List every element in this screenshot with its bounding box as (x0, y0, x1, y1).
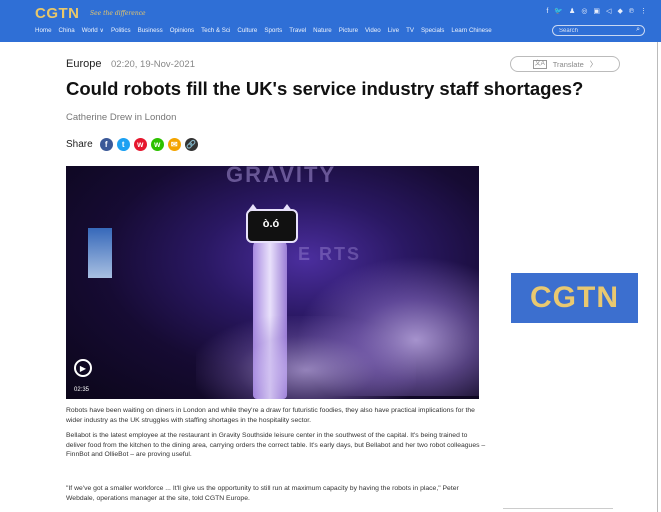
main-nav: Home China World ∨ Politics Business Opi… (35, 27, 492, 34)
nav-picture[interactable]: Picture (339, 27, 358, 34)
byline: Catherine Drew in London (66, 112, 177, 123)
nav-business[interactable]: Business (138, 27, 163, 34)
nav-specials[interactable]: Specials (421, 27, 444, 34)
pinterest-icon[interactable]: ℗ (629, 7, 634, 16)
article-paragraph: Bellabot is the latest employee at the r… (66, 432, 486, 458)
tagline: See the difference (90, 10, 146, 17)
wechat-icon[interactable]: w (150, 138, 164, 151)
cgtn-logo[interactable]: CGTN (35, 5, 80, 22)
nav-home[interactable]: Home (35, 27, 52, 34)
video-wall-text: GRAVITY (226, 166, 337, 187)
nav-learn-chinese[interactable]: Learn Chinese (451, 27, 491, 34)
link-icon[interactable]: 🔗 (184, 138, 198, 151)
share-bar: Share f t w w ✉ 🔗 (66, 138, 198, 151)
section-label[interactable]: Europe (66, 58, 101, 70)
translate-button[interactable]: 文A Translate 〉 (510, 56, 620, 72)
nav-world[interactable]: World ∨ (82, 27, 104, 34)
translate-label: Translate (552, 59, 584, 69)
article-title: Could robots fill the UK's service indus… (66, 78, 584, 99)
nav-china[interactable]: China (59, 27, 75, 34)
video-fog-2 (196, 316, 416, 399)
instagram-icon[interactable]: ◎ (581, 7, 587, 16)
youtube-icon[interactable]: ▣ (593, 7, 600, 16)
nav-video[interactable]: Video (365, 27, 381, 34)
facebook-icon[interactable]: f (546, 7, 548, 16)
top-header: CGTN See the difference f 🐦 ♟ ◎ ▣ ◁ ◆ ℗ … (0, 0, 661, 42)
chevron-right-icon: 〉 (589, 59, 598, 69)
video-player[interactable]: GRAVITY E RTS ò.ó ▶ 02:35 (66, 166, 479, 399)
robot-eyes: ò.ó (262, 218, 280, 230)
nav-sports[interactable]: Sports (264, 27, 282, 34)
nav-live[interactable]: Live (388, 27, 399, 34)
facebook-icon[interactable]: f (99, 138, 113, 151)
video-duration: 02:35 (74, 387, 90, 393)
page-border (657, 42, 658, 512)
publish-datetime: 02:20, 19-Nov-2021 (111, 59, 195, 70)
search-input[interactable] (559, 26, 629, 35)
tiktok-icon[interactable]: ♟ (569, 7, 575, 16)
weibo-icon[interactable]: ◆ (617, 7, 622, 16)
translate-icon: 文A (532, 59, 547, 69)
social-links: f 🐦 ♟ ◎ ▣ ◁ ◆ ℗ ⋮ (546, 7, 647, 16)
message-icon[interactable]: ✉ (167, 138, 181, 151)
article-paragraph: Robots have been waiting on diners in Lo… (66, 407, 475, 424)
nav-tv[interactable]: TV (406, 27, 414, 34)
nav-politics[interactable]: Politics (111, 27, 131, 34)
nav-opinions[interactable]: Opinions (170, 27, 194, 34)
share-label: Share (66, 139, 93, 150)
twitter-icon[interactable]: 🐦 (554, 7, 563, 16)
sidebar-divider (503, 508, 613, 509)
search-icon[interactable]: ⌕ (636, 26, 640, 34)
video-screen-left (88, 228, 112, 278)
search-box: ⌕ (552, 25, 645, 36)
nav-nature[interactable]: Nature (313, 27, 332, 34)
nav-travel[interactable]: Travel (289, 27, 306, 34)
article-paragraph: "If we've got a smaller workforce ... It… (66, 485, 459, 502)
more-icon[interactable]: ⋮ (640, 7, 647, 16)
brand-text: CGTN (530, 281, 619, 314)
telegram-icon[interactable]: ◁ (606, 7, 611, 16)
weibo-icon[interactable]: w (133, 138, 147, 151)
cgtn-brand-badge: CGTN (511, 273, 638, 323)
play-icon[interactable]: ▶ (74, 359, 92, 377)
twitter-icon[interactable]: t (116, 138, 130, 151)
nav-culture[interactable]: Culture (237, 27, 257, 34)
nav-tech-sci[interactable]: Tech & Sci (201, 27, 230, 34)
